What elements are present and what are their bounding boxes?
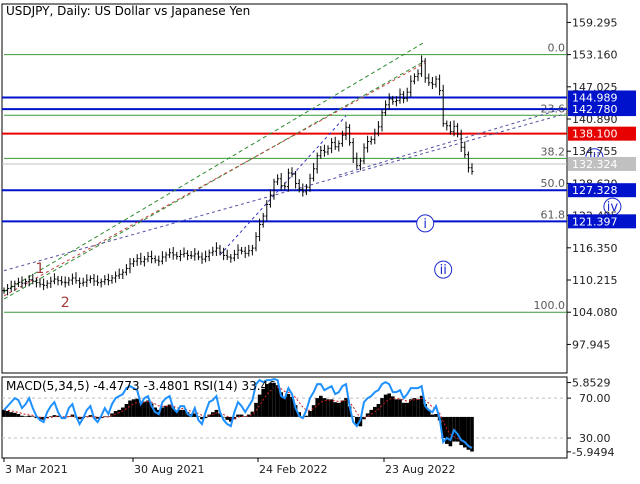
level-tag-text: 127.328: [572, 184, 618, 197]
macd-bar: [329, 399, 334, 417]
price-tick-label: 116.350: [572, 242, 618, 255]
indicator-title: MACD(5,34,5) -4.4773 -3.4801 RSI(14) 33.…: [6, 379, 276, 393]
channel-purple-2: [338, 107, 566, 176]
macd-bar: [128, 400, 132, 417]
chart-title: USDJPY, Daily: US Dollar vs Japanese Yen: [6, 4, 250, 18]
macd-bar: [23, 416, 28, 417]
macd-bar: [124, 404, 129, 417]
price-tick-label: 134.755: [572, 145, 618, 158]
macd-bar: [394, 399, 399, 417]
macd-bar: [31, 416, 35, 417]
macd-bar: [434, 413, 438, 417]
wave-label-2: 2: [61, 295, 70, 311]
macd-bar: [412, 398, 417, 417]
fib-label: 0.0: [548, 42, 566, 55]
current-price-tag-text: 132.324: [572, 158, 618, 171]
macd-bar: [401, 402, 406, 417]
macd-bar: [286, 394, 291, 417]
macd-bar: [430, 414, 435, 417]
level-lines: 0.023.638.250.061.8100.0: [2, 42, 567, 313]
price-tick-label: 153.160: [572, 49, 618, 62]
time-axis: 3 Mar 2021 30 Aug 2021 24 Feb 2022 23 Aug 2…: [3, 458, 455, 476]
macd-bar: [13, 412, 17, 417]
macd-tick-label: 5.8529: [572, 377, 611, 390]
time-tick-label: 24 Feb 2022: [259, 463, 327, 476]
macd-bar: [387, 393, 391, 417]
fib-label: 38.2: [541, 145, 566, 158]
rsi-tick-label: 70.00: [579, 392, 611, 405]
macd-bar: [340, 400, 345, 417]
macd-bar: [383, 394, 388, 417]
price-tick-label: 104.080: [572, 306, 618, 319]
macd-bar: [304, 415, 309, 417]
fib-label: 50.0: [541, 177, 566, 190]
time-tick-label: 3 Mar 2021: [5, 463, 68, 476]
macd-bar: [391, 396, 395, 417]
macd-bar: [178, 409, 183, 417]
macd-bar: [380, 398, 384, 417]
wave-label-1: 1: [36, 261, 45, 277]
macd-bar: [135, 398, 139, 417]
macd-bar: [319, 395, 323, 417]
chart-svg: 0.023.638.250.061.8100.0 12(3)54(4)iiiii…: [1, 3, 636, 476]
macd-bar: [167, 404, 172, 417]
macd-bar: [315, 398, 319, 417]
channel-blue: [219, 115, 347, 256]
macd-bar: [376, 404, 381, 417]
macd-bar: [146, 400, 150, 417]
level-tag-text: 138.100: [572, 128, 618, 141]
macd-bar: [5, 411, 10, 417]
macd-tick-label: -5.9494: [572, 446, 614, 459]
wave-label-ii: ii: [440, 263, 447, 278]
level-tag-text: 121.397: [572, 215, 618, 228]
macd-bar: [337, 402, 341, 417]
macd-bar: [27, 415, 31, 417]
trend-channels: [3, 41, 566, 300]
fib-label: 100.0: [534, 299, 566, 312]
fib-label: 61.8: [541, 208, 566, 221]
macd-bar: [333, 402, 337, 417]
macd-bar: [416, 399, 420, 417]
price-chart: 0.023.638.250.061.8100.0 12(3)54(4)iiiii…: [0, 0, 640, 480]
time-tick-label: 30 Aug 2021: [134, 463, 204, 476]
level-tag-text: 142.780: [572, 103, 618, 116]
channel-green-upper: [3, 41, 426, 293]
wave-label-i: i: [423, 217, 427, 232]
macd-bar: [164, 405, 168, 417]
macd-bar: [398, 399, 402, 417]
price-tick-label: 110.215: [572, 274, 618, 287]
macd-bar: [9, 412, 13, 417]
macd-bar: [16, 413, 21, 417]
macd-bar: [326, 399, 330, 417]
macd-bar: [2, 409, 6, 417]
macd-bar: [308, 411, 312, 417]
channel-purple: [3, 113, 566, 272]
macd-bar: [405, 402, 409, 417]
macd-bar: [131, 399, 136, 417]
macd-bar: [225, 416, 229, 420]
macd-bar: [121, 407, 125, 417]
macd-bar: [419, 395, 424, 417]
time-tick-label: 23 Aug 2022: [385, 463, 455, 476]
price-tags: 132.324144.989142.780138.100127.328121.3…: [568, 90, 636, 229]
price-tick-label: 159.295: [572, 16, 618, 29]
macd-bar: [20, 415, 24, 417]
rsi-tick-label: 30.00: [579, 432, 611, 445]
macd-bar: [283, 396, 287, 417]
price-tick-label: 97.945: [572, 338, 611, 351]
macd-bar: [142, 401, 147, 417]
macd-bar: [409, 399, 413, 417]
